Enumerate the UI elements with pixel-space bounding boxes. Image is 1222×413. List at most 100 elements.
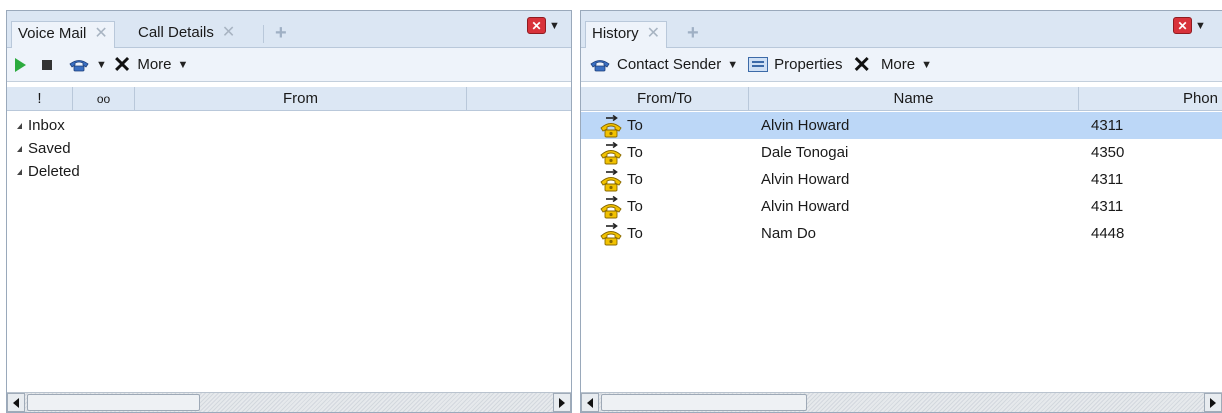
cell-name: Alvin Howard: [761, 117, 850, 134]
col-from[interactable]: From: [135, 87, 467, 110]
tab-separator: [263, 25, 264, 43]
outgoing-call-icon: [599, 141, 623, 165]
table-row[interactable]: To Alvin Howard 4311: [581, 166, 1222, 193]
outgoing-call-icon: [599, 195, 623, 219]
properties-label: Properties: [774, 56, 843, 73]
more-menu-button[interactable]: More ▼: [137, 56, 188, 73]
scrollbar-thumb[interactable]: [27, 394, 200, 411]
left-column-header: ! oo From: [7, 87, 571, 111]
col-from-to[interactable]: From/To: [581, 87, 749, 110]
voicemail-pane: Voice Mail ✕ Call Details ✕ + ✕ ▼ ▼ ✕ Mo…: [6, 10, 572, 413]
left-toolbar: ▼ ✕ More ▼: [7, 48, 571, 82]
contact-sender-label: Contact Sender: [617, 56, 722, 73]
properties-button[interactable]: Properties: [748, 56, 843, 73]
folder-tree: Inbox Saved Deleted: [7, 114, 80, 183]
cell-phone: 4311: [1091, 117, 1124, 134]
folder-inbox[interactable]: Inbox: [7, 114, 80, 137]
stop-icon[interactable]: [42, 59, 52, 70]
phone-icon: [69, 59, 89, 71]
cell-from-to: To: [581, 195, 749, 219]
cell-phone: 4350: [1091, 144, 1125, 161]
col-priority[interactable]: !: [7, 87, 73, 110]
horizontal-scrollbar[interactable]: [7, 392, 571, 412]
tab-voice-mail-label: Voice Mail: [18, 25, 87, 42]
history-list: To Alvin Howard 4311 To Dale Tonogai 4350 To Al…: [581, 112, 1222, 247]
close-pane-icon[interactable]: ✕: [1173, 17, 1192, 34]
table-row[interactable]: To Alvin Howard 4311: [581, 112, 1222, 139]
col-voicemail[interactable]: oo: [73, 87, 135, 110]
chevron-down-icon[interactable]: ▼: [1195, 20, 1206, 32]
col-name[interactable]: Name: [749, 87, 1079, 110]
cell-phone: 4311: [1091, 198, 1124, 215]
col-extra: [467, 87, 571, 110]
cell-from-to: To: [581, 141, 749, 165]
close-icon[interactable]: ✕: [647, 25, 660, 43]
cell-name: Nam Do: [761, 225, 817, 242]
history-pane: History ✕ + ✕ ▼ Contact Sender ▼ Propert…: [580, 10, 1222, 413]
cell-phone: 4311: [1091, 171, 1124, 188]
delete-icon[interactable]: ✕: [113, 53, 131, 75]
folder-label: Inbox: [28, 117, 65, 134]
tab-voice-mail[interactable]: Voice Mail ✕: [11, 21, 115, 48]
properties-icon: [748, 57, 769, 72]
chevron-down-icon[interactable]: ▼: [549, 20, 560, 32]
col-phone[interactable]: Phon: [1079, 87, 1222, 110]
contact-sender-button[interactable]: Contact Sender ▼: [589, 56, 738, 73]
right-toolbar: Contact Sender ▼ Properties ✕ More ▼: [581, 48, 1222, 82]
outgoing-call-icon: [599, 222, 623, 246]
arrow-right-icon: [559, 397, 565, 408]
pane-menu[interactable]: ✕ ▼: [527, 17, 560, 34]
table-row[interactable]: To Alvin Howard 4311: [581, 193, 1222, 220]
tab-history[interactable]: History ✕: [585, 21, 668, 48]
cell-name: Dale Tonogai: [761, 144, 849, 161]
add-tab-icon[interactable]: +: [275, 23, 287, 43]
close-icon[interactable]: ✕: [94, 25, 107, 43]
scroll-right-button[interactable]: [553, 393, 571, 412]
folder-label: Saved: [28, 140, 71, 157]
pane-menu[interactable]: ✕ ▼: [1173, 17, 1206, 34]
history-column-header: From/To Name Phon: [581, 87, 1222, 111]
more-label: More: [880, 56, 916, 73]
scrollbar-thumb[interactable]: [601, 394, 807, 411]
scroll-right-button[interactable]: [1204, 393, 1222, 412]
cell-name: Alvin Howard: [761, 198, 850, 215]
expand-icon[interactable]: [17, 145, 22, 152]
expand-icon[interactable]: [17, 122, 22, 129]
expand-icon[interactable]: [17, 168, 22, 175]
delete-icon[interactable]: ✕: [853, 53, 871, 75]
folder-saved[interactable]: Saved: [7, 137, 80, 160]
cell-phone: 4448: [1091, 225, 1125, 242]
tab-history-label: History: [592, 25, 639, 42]
outgoing-call-icon: [599, 114, 623, 138]
direction-label: To: [627, 198, 643, 215]
outgoing-call-icon: [599, 168, 623, 192]
direction-label: To: [627, 117, 643, 134]
table-row[interactable]: To Dale Tonogai 4350: [581, 139, 1222, 166]
close-pane-icon[interactable]: ✕: [527, 17, 546, 34]
right-tab-bar: History ✕ + ✕ ▼: [581, 11, 1222, 48]
cell-from-to: To: [581, 114, 749, 138]
play-icon[interactable]: [15, 57, 26, 72]
more-label: More: [137, 56, 172, 73]
direction-label: To: [627, 225, 643, 242]
phone-icon: [590, 59, 610, 71]
scroll-left-button[interactable]: [7, 393, 25, 412]
close-icon[interactable]: ✕: [222, 24, 235, 42]
add-tab-icon[interactable]: +: [687, 23, 699, 43]
call-sender-button[interactable]: ▼: [68, 58, 107, 72]
table-row[interactable]: To Nam Do 4448: [581, 220, 1222, 247]
folder-label: Deleted: [28, 163, 80, 180]
arrow-left-icon: [13, 397, 19, 408]
arrow-right-icon: [1210, 397, 1216, 408]
direction-label: To: [627, 171, 643, 188]
arrow-left-icon: [587, 397, 593, 408]
chevron-down-icon: ▼: [921, 58, 933, 71]
scroll-left-button[interactable]: [581, 393, 599, 412]
more-menu-button[interactable]: More ▼: [881, 56, 932, 73]
chevron-down-icon: ▼: [177, 58, 189, 71]
chevron-down-icon[interactable]: ▼: [96, 59, 107, 71]
folder-deleted[interactable]: Deleted: [7, 160, 80, 183]
chevron-down-icon: ▼: [727, 58, 739, 71]
tab-call-details[interactable]: Call Details ✕: [132, 21, 241, 48]
horizontal-scrollbar[interactable]: [581, 392, 1222, 412]
